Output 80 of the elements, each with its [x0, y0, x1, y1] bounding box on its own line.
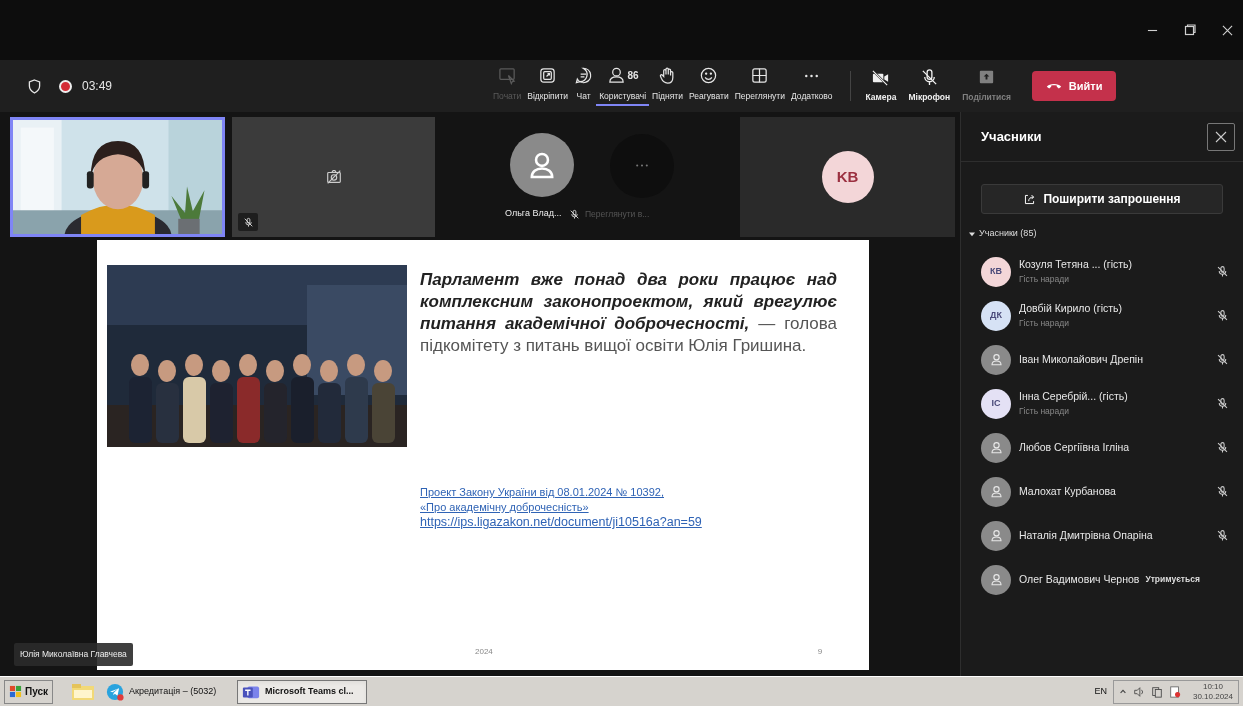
- participant-role: Гість наради: [1019, 317, 1070, 330]
- participant-row[interactable]: Наталія Дмитрівна Опаріна: [961, 513, 1243, 558]
- close-icon: [1215, 130, 1227, 143]
- toolbar-button[interactable]: Відкріпити: [524, 64, 572, 106]
- participant-name: Малохат Курбанова: [1019, 483, 1116, 499]
- share-invite-button[interactable]: Поширити запрошення: [981, 184, 1223, 214]
- toolbar-button[interactable]: 86 Користувачі: [596, 64, 650, 106]
- language-indicator: EN: [1094, 684, 1107, 698]
- windows-logo-icon: [9, 685, 22, 698]
- page-number: 9: [817, 646, 823, 658]
- device-button[interactable]: Мікрофон: [905, 68, 954, 104]
- toolbar-button[interactable]: Підняти: [649, 64, 686, 106]
- grid-icon: [750, 66, 770, 86]
- person-icon: [988, 572, 1004, 587]
- avatar: KB: [821, 151, 874, 203]
- shield-icon: [28, 78, 41, 94]
- participant-name: Ольга Влад...: [505, 207, 562, 221]
- participant-name: Іван Миколайович Дрепін: [1019, 351, 1143, 367]
- toolbar-button[interactable]: Переглянути: [731, 64, 788, 106]
- taskbar-button[interactable]: Акредитація – (5032): [101, 679, 232, 704]
- avatar: ДК: [981, 300, 1011, 331]
- avatar: ІС: [981, 388, 1011, 419]
- mic-off-icon: [242, 216, 254, 228]
- clock-date: 30.10.2024: [1192, 691, 1233, 702]
- quote-text: Парламент вже понад два роки працює над комплексним законопроектом, який врегулює питання академічної доброчесності, — голова підкомітету з питань вищої освіти Юлія Гришина.: [420, 269, 837, 357]
- panel-title: Учасники: [981, 127, 1042, 146]
- screen-pointer-icon: [497, 66, 517, 86]
- document-icon[interactable]: [1168, 685, 1181, 698]
- participant-row[interactable]: Олег Вадимович Чернов Утримується: [961, 557, 1243, 602]
- call-timer: 03:49: [82, 78, 113, 95]
- link[interactable]: https://ips.ligazakon.net/document/ji10516a?an=59: [420, 515, 702, 530]
- participant-role: Гість наради: [1019, 273, 1070, 286]
- camera-off-icon: [324, 168, 343, 186]
- participant-name: Інна Серебрій... (гість): [1019, 389, 1128, 405]
- participant-name: Козуля Тетяна ... (гість): [1019, 257, 1132, 273]
- device-button[interactable]: Камера: [862, 68, 900, 104]
- participant-row[interactable]: ІС Інна Серебрій... (гість) Гість наради: [961, 381, 1243, 426]
- close-icon[interactable]: [1222, 24, 1233, 36]
- camera-off-icon: [871, 68, 891, 88]
- person-icon: [988, 440, 1004, 455]
- participant-row[interactable]: ДК Довбій Кирило (гість) Гість наради: [961, 293, 1243, 338]
- person-icon: [988, 484, 1004, 499]
- participant-row[interactable]: Любов Сергіївна Ігліна: [961, 425, 1243, 470]
- clipboard-icon[interactable]: [1150, 685, 1163, 698]
- speaker-icon[interactable]: [1132, 685, 1145, 698]
- toolbar-button[interactable]: Чат: [571, 64, 597, 106]
- link[interactable]: Проект Закону України від 08.01.2024 № 10392,: [420, 485, 664, 500]
- share-icon: [1023, 192, 1037, 206]
- section-header[interactable]: Учасники (85): [969, 227, 1037, 241]
- start-button[interactable]: Пуск: [4, 679, 54, 704]
- participant-status: Утримується: [1145, 573, 1200, 586]
- speaker-name-label: Юлія Миколаївна Главчева: [14, 643, 133, 666]
- participant-row[interactable]: Малохат Курбанова: [961, 469, 1243, 514]
- chevron-up-icon[interactable]: [1118, 687, 1127, 696]
- participant-name: Наталія Дмитрівна Опаріна: [1019, 527, 1153, 543]
- person-icon: [988, 528, 1004, 543]
- participant-row[interactable]: Іван Миколайович Дрепін: [961, 337, 1243, 382]
- toolbar-button[interactable]: Реагувати: [685, 64, 732, 106]
- slide-footer-text: 2024: [475, 646, 493, 658]
- link[interactable]: «Про академічну доброчесність»: [420, 500, 589, 515]
- person-icon: [988, 352, 1004, 367]
- popout-icon: [538, 66, 558, 86]
- more-icon: [634, 163, 650, 169]
- clock-time: 10:10: [1202, 681, 1223, 692]
- restore-icon[interactable]: [1184, 24, 1196, 36]
- participant-name: Олег Вадимович Чернов: [1019, 571, 1140, 587]
- close-button[interactable]: [1207, 122, 1235, 151]
- people-icon: [606, 66, 626, 86]
- smiley-icon: [699, 66, 719, 86]
- taskbar-button[interactable]: Microsoft Teams cl...: [237, 679, 368, 704]
- toolbar-button[interactable]: Додатково: [788, 64, 836, 106]
- participant-count: 86: [627, 69, 639, 84]
- participant-name: Довбій Кирило (гість): [1019, 301, 1123, 317]
- leave-button[interactable]: Вийти: [1031, 71, 1117, 101]
- participant-name: Любов Сергіївна Ігліна: [1019, 439, 1130, 455]
- avatar: КВ: [981, 256, 1011, 287]
- phone-hangup-icon: [1045, 82, 1062, 90]
- telegram-icon: [106, 682, 125, 701]
- participant-role: Гість наради: [1019, 405, 1070, 418]
- participant-row[interactable]: КВ Козуля Тетяна ... (гість) Гість наради: [961, 249, 1243, 294]
